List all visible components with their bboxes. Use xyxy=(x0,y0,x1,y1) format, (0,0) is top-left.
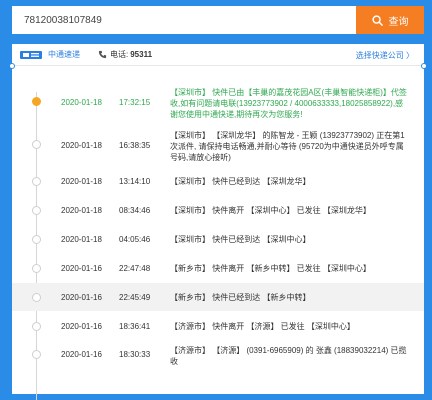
entry-description: 【深圳市】 快件已经到达 【深圳中心】 xyxy=(170,235,311,244)
entry-date: 2020-01-18 xyxy=(61,98,102,107)
timeline-entry: 2020-01-16 18:30:33 【济源市】 【济源】 (0391-696… xyxy=(12,344,424,370)
entry-date: 2020-01-18 xyxy=(61,235,102,244)
entry-date: 2020-01-18 xyxy=(61,177,102,186)
entry-description: 【济源市】 快件离开 【济源】 已发往 【深圳中心】 xyxy=(170,322,355,331)
carrier-header: 中通速递 电话: 95311 选择快递公司 〉 xyxy=(12,44,424,66)
timeline-entry: 2020-01-16 22:45:49 【新乡市】 快件已经到达 【新乡中转】 xyxy=(12,283,424,311)
entry-description: 【深圳市】 【深圳龙华】 的陈智龙 - 王颖 (13923773902) 正在第… xyxy=(170,131,405,162)
search-button[interactable]: 查询 xyxy=(356,6,424,34)
entry-date: 2020-01-16 xyxy=(61,322,102,331)
timeline-entry: 2020-01-18 13:14:10 【深圳市】 快件已经到达 【深圳龙华】 xyxy=(12,172,424,190)
timeline-entry: 2020-01-18 17:32:15 【深圳市】 快件已由【丰巢的嘉茂花园A区… xyxy=(12,86,424,122)
choose-carrier-link[interactable]: 选择快递公司 〉 xyxy=(356,50,414,61)
entry-description: 【深圳市】 快件已由【丰巢的嘉茂花园A区(丰巢智能快递柜)】代签收,如有问题请电… xyxy=(170,88,407,119)
entry-date: 2020-01-16 xyxy=(61,293,102,302)
phone-label: 电话: xyxy=(110,50,129,59)
search-button-label: 查询 xyxy=(388,16,409,28)
entry-time: 17:32:15 xyxy=(119,98,151,107)
entry-time: 22:47:48 xyxy=(119,264,151,273)
timeline-node xyxy=(32,293,41,302)
search-icon xyxy=(371,14,383,26)
entry-time: 18:30:33 xyxy=(119,350,151,359)
entry-description: 【深圳市】 快件离开 【深圳中心】 已发往 【深圳龙华】 xyxy=(170,206,371,215)
entry-description: 【济源市】 【济源】 (0391-6965909) 的 张鑫 (18839032… xyxy=(170,346,407,366)
timeline-node xyxy=(32,140,41,149)
entry-date: 2020-01-16 xyxy=(61,350,102,359)
timeline-entry: 2020-01-18 08:34:46 【深圳市】 快件离开 【深圳中心】 已发… xyxy=(12,201,424,219)
entry-date: 2020-01-18 xyxy=(61,141,102,150)
timeline-entry: 2020-01-18 04:05:46 【深圳市】 快件已经到达 【深圳中心】 xyxy=(12,230,424,248)
tracking-number-input[interactable] xyxy=(12,6,356,34)
entry-time: 08:34:46 xyxy=(119,206,151,215)
phone-number: 95311 xyxy=(130,50,153,59)
ticket-notch-right xyxy=(421,63,427,69)
timeline-node xyxy=(32,322,41,331)
carrier-logo-icon xyxy=(20,50,42,59)
entry-description: 【新乡市】 快件离开 【新乡中转】 已发往 【深圳中心】 xyxy=(170,264,371,273)
entry-date: 2020-01-18 xyxy=(61,206,102,215)
entry-date: 2020-01-16 xyxy=(61,264,102,273)
ticket-notch-left xyxy=(9,63,15,69)
timeline-entry: 2020-01-18 16:38:35 【深圳市】 【深圳龙华】 的陈智龙 - … xyxy=(12,129,424,165)
entry-time: 04:05:46 xyxy=(119,235,151,244)
timeline-node xyxy=(32,206,41,215)
entry-time: 18:36:41 xyxy=(119,322,151,331)
timeline-entry: 2020-01-16 18:36:41 【济源市】 快件离开 【济源】 已发往 … xyxy=(12,317,424,335)
timeline-entry: 2020-01-16 22:47:48 【新乡市】 快件离开 【新乡中转】 已发… xyxy=(12,259,424,277)
timeline-node xyxy=(32,235,41,244)
entry-time: 16:38:35 xyxy=(119,141,151,150)
timeline-node xyxy=(32,350,41,359)
entry-description: 【新乡市】 快件已经到达 【新乡中转】 xyxy=(170,293,311,302)
carrier-name: 中通速递 xyxy=(48,50,80,59)
entry-time: 13:14:10 xyxy=(119,177,151,186)
timeline-node xyxy=(32,264,41,273)
search-bar: 查询 xyxy=(12,6,424,34)
timeline-node xyxy=(32,177,41,186)
entry-description: 【深圳市】 快件已经到达 【深圳龙华】 xyxy=(170,177,311,186)
entry-time: 22:45:49 xyxy=(119,293,151,302)
phone-icon xyxy=(98,50,107,59)
tracking-panel: 中通速递 电话: 95311 选择快递公司 〉 2020-01-18 17:32… xyxy=(9,44,427,400)
timeline-node xyxy=(32,97,41,106)
